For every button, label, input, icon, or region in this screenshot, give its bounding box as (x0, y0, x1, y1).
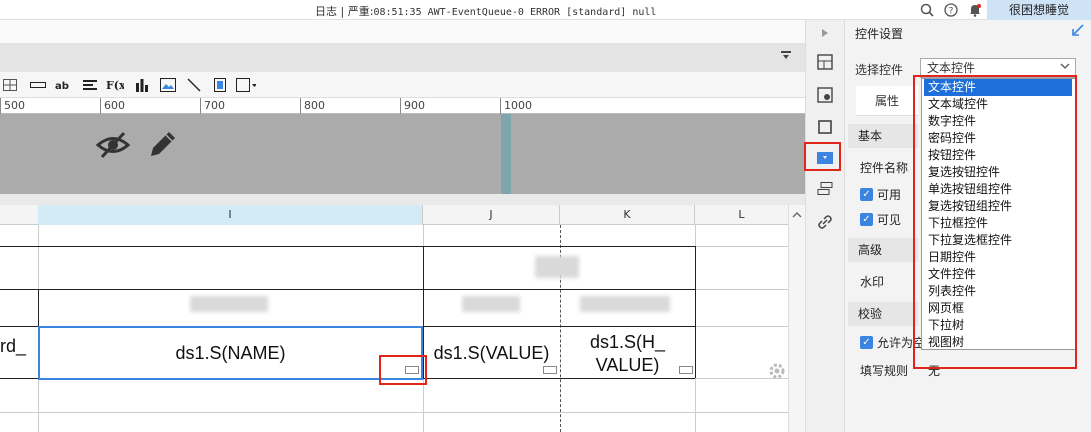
eye-off-icon[interactable] (95, 130, 131, 163)
cell-left-partial[interactable]: rd_ (0, 336, 36, 357)
blurred-cell (580, 296, 670, 312)
svg-text:?: ? (949, 7, 954, 17)
chart-icon[interactable] (132, 75, 152, 95)
tab-strip (0, 20, 805, 44)
cell-attribute-icon[interactable] (814, 84, 836, 106)
blurred-cell (535, 256, 579, 278)
chevron-down-icon[interactable] (1060, 60, 1070, 73)
ruler-tick: 500 (0, 98, 25, 114)
grid-icon[interactable] (0, 75, 20, 95)
gear-icon[interactable] (768, 362, 786, 383)
panel-title: 控件设置 (855, 27, 904, 41)
section-advanced[interactable]: 高级 (848, 238, 918, 262)
log-status[interactable]: 日志 | 严重:08:51:35 AWT-EventQueue-0 ERROR … (315, 3, 656, 19)
bell-icon[interactable] (966, 1, 984, 19)
condition-icon[interactable] (814, 178, 836, 200)
section-validate[interactable]: 校验 (848, 302, 918, 326)
column-header-k[interactable]: K (560, 205, 695, 225)
svg-text:F(x): F(x) (106, 79, 124, 92)
pin-icon[interactable] (1072, 24, 1084, 40)
log-label: 日志 (315, 5, 337, 18)
column-header-i[interactable]: I (38, 205, 423, 225)
page-icon[interactable] (210, 75, 230, 95)
cell-k-value-line2: VALUE) (595, 355, 660, 375)
expand-arrow-icon[interactable] (814, 22, 836, 44)
widget-name-label: 控件名称 (860, 161, 909, 175)
align-icon[interactable] (80, 75, 100, 95)
help-icon[interactable]: ? (942, 1, 960, 19)
border-icon[interactable] (814, 116, 836, 138)
cell-element-icon[interactable] (814, 51, 836, 73)
ruler-tick: 800 (300, 98, 325, 114)
highlight-box (913, 75, 1077, 369)
text-ab-icon[interactable]: ab (53, 75, 73, 95)
border-dropdown-icon[interactable] (236, 75, 256, 95)
grid-line (0, 412, 788, 413)
blurred-cell (462, 296, 520, 312)
highlight-box (804, 142, 841, 171)
pencil-icon[interactable] (147, 130, 179, 163)
section-basic[interactable]: 基本 (848, 124, 918, 148)
collapse-icon[interactable] (780, 50, 792, 65)
formula-icon[interactable]: F(x) (105, 75, 125, 95)
slash-icon[interactable] (184, 75, 204, 95)
tab-properties[interactable]: 属性 (856, 86, 918, 116)
column-header-j[interactable]: J (423, 205, 560, 225)
blurred-cell (190, 296, 268, 312)
spreadsheet[interactable] (0, 205, 788, 432)
ruler-tick: 1000 (500, 98, 532, 114)
enabled-label: 可用 (877, 188, 902, 202)
table-border (0, 246, 695, 247)
log-separator: | (340, 5, 345, 18)
search-icon[interactable] (918, 1, 936, 19)
column-header-l[interactable]: L (695, 205, 788, 225)
widget-marker-icon[interactable] (543, 366, 557, 374)
cell-j-value[interactable]: ds1.S(VALUE) (423, 343, 560, 364)
image-icon[interactable] (158, 75, 178, 95)
log-severity: 严重: (347, 5, 374, 18)
cell-i-name[interactable]: ds1.S(NAME) (40, 343, 421, 364)
page-boundary-marker (501, 114, 511, 194)
allow-empty-checkbox[interactable]: ✓ (860, 336, 873, 349)
ruler-tick: 900 (400, 98, 425, 114)
secondary-strip (0, 44, 805, 72)
table-border (0, 289, 695, 290)
cell-k-value-line1[interactable]: ds1.S(H_ (560, 332, 695, 353)
select-widget-label: 选择控件 (855, 63, 904, 77)
table-border (695, 246, 696, 378)
watermark-label: 水印 (860, 275, 885, 289)
highlight-box (379, 355, 427, 385)
vertical-scrollbar[interactable] (788, 205, 805, 432)
text-field-icon[interactable] (28, 75, 48, 95)
ruler-tick: 600 (100, 98, 125, 114)
visible-checkbox[interactable]: ✓ (860, 213, 873, 226)
ruler-tick: 700 (200, 98, 225, 114)
log-message: 08:51:35 AWT-EventQueue-0 ERROR [standar… (373, 7, 657, 18)
user-account-button[interactable]: 很困想睡觉 (987, 0, 1091, 20)
visible-label: 可见 (877, 213, 902, 227)
hyperlink-icon[interactable] (814, 211, 836, 233)
widget-marker-icon[interactable] (679, 366, 693, 374)
svg-text:ab: ab (55, 81, 69, 91)
fill-rule-label: 填写规则 (860, 364, 909, 378)
enabled-checkbox[interactable]: ✓ (860, 188, 873, 201)
